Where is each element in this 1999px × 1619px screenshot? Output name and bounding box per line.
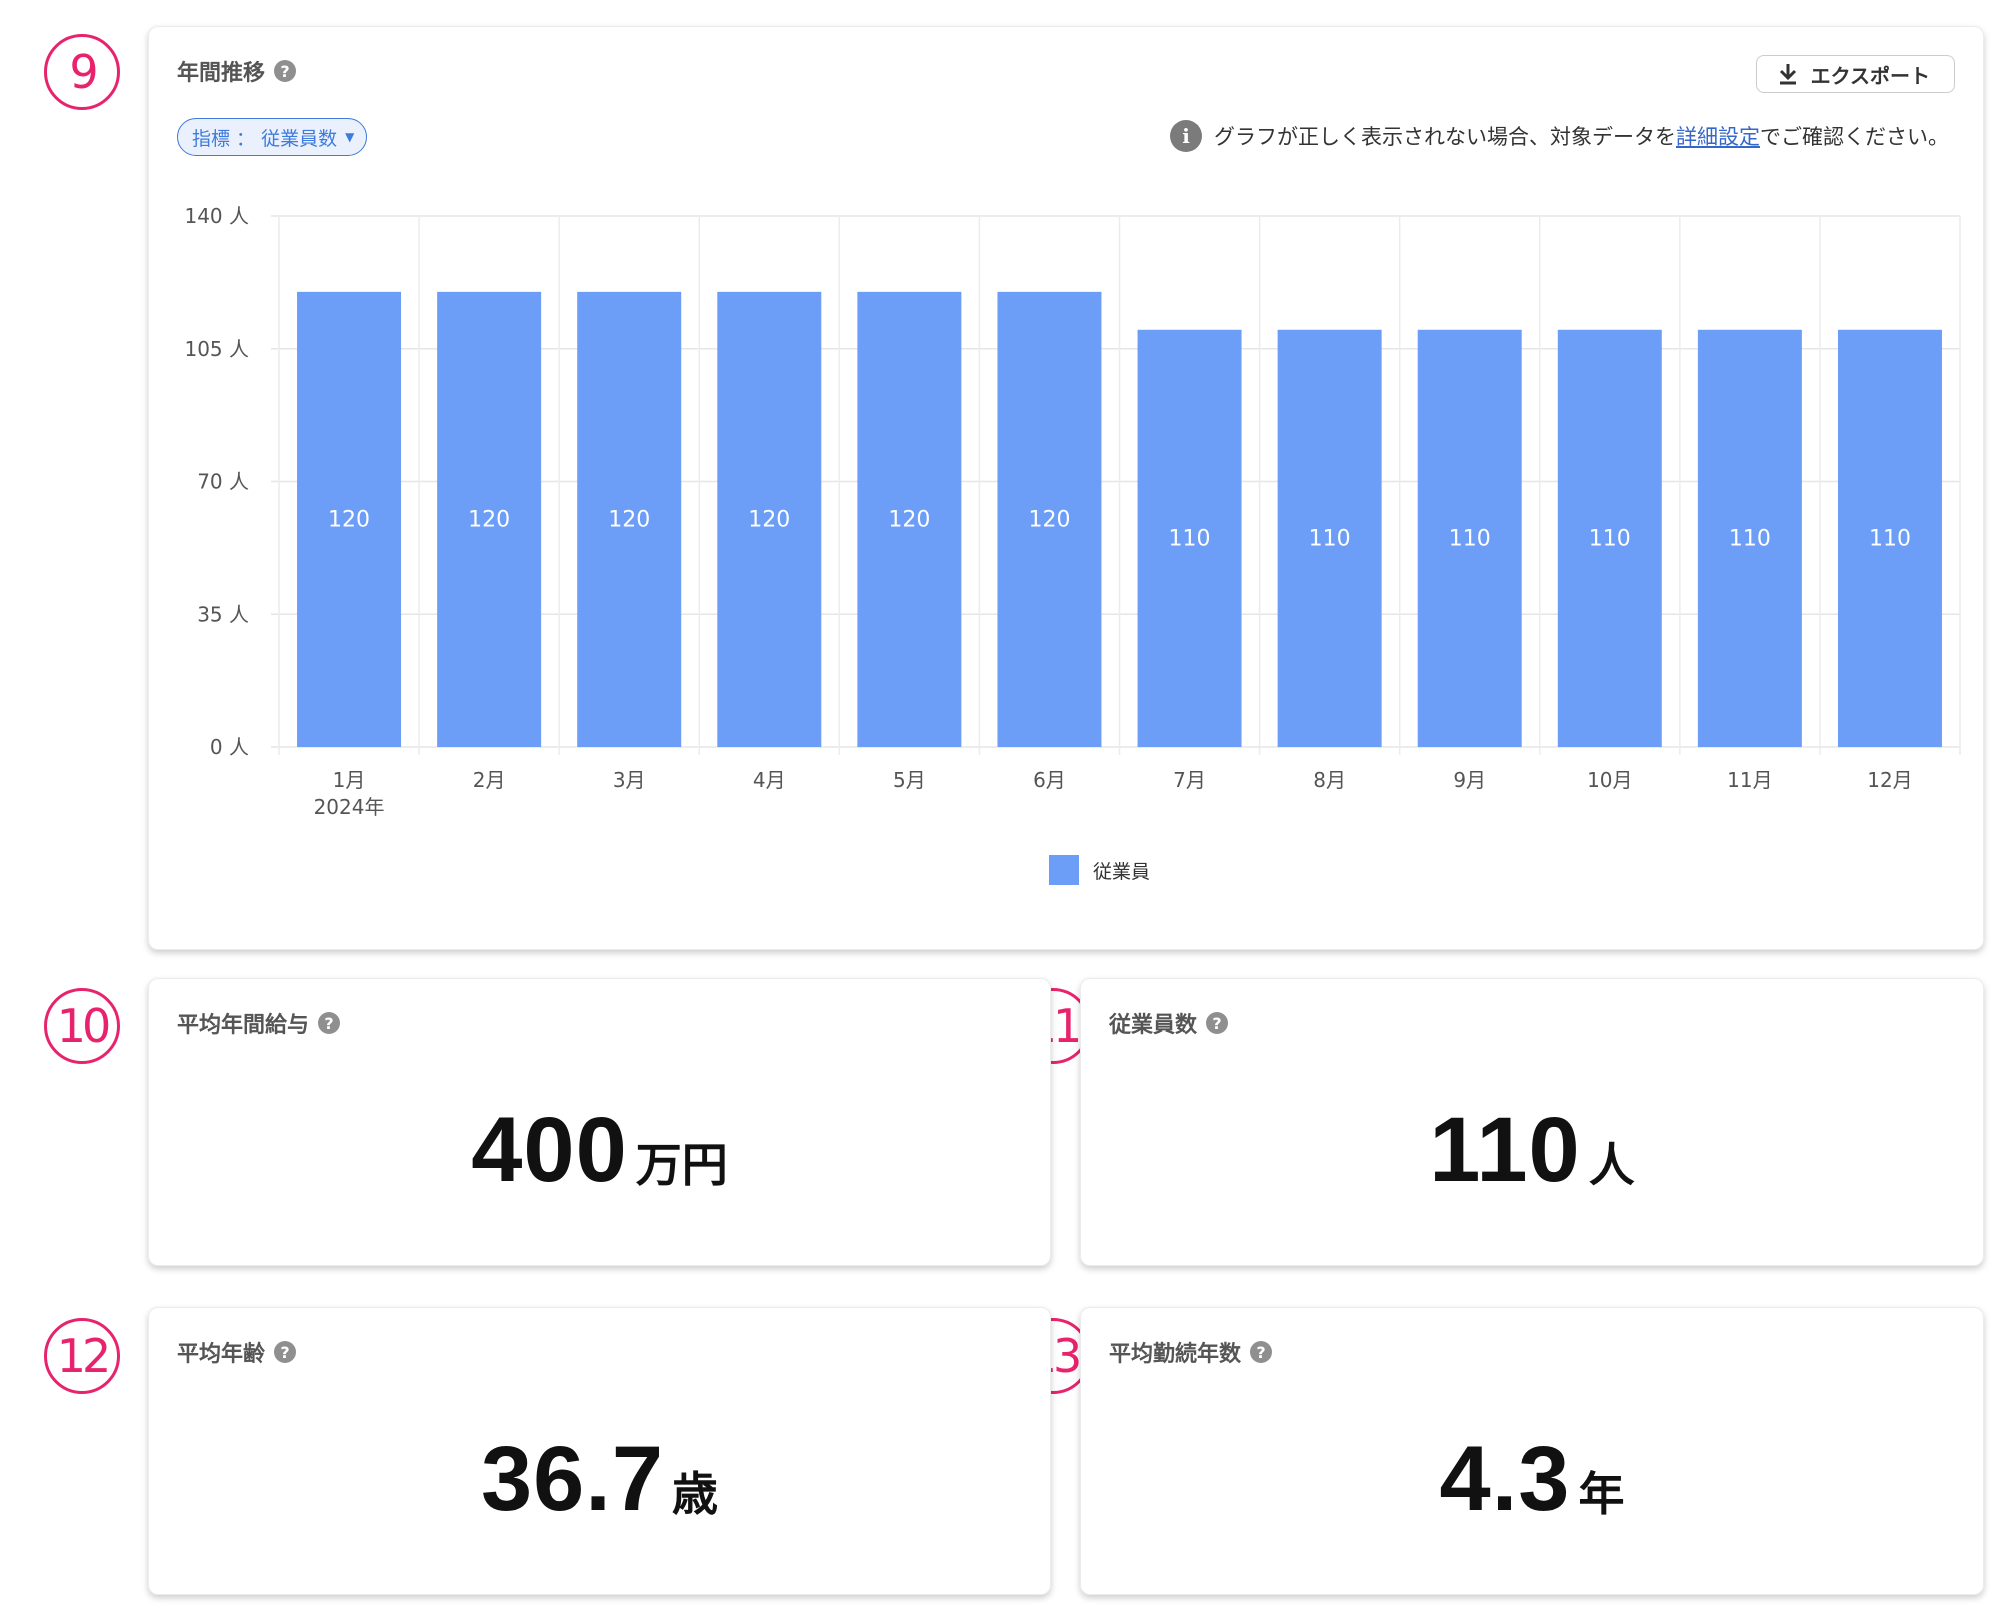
avg-age-title: 平均年齢 ? [177, 1336, 297, 1368]
avg-age-unit: 歳 [672, 1467, 719, 1521]
legend-swatch [1049, 855, 1079, 885]
bar-data-label: 120 [1028, 507, 1070, 532]
help-icon[interactable]: ? [274, 1341, 297, 1363]
y-tick-label: 35 人 [197, 602, 249, 626]
avg-age-metric: 36.7 歳 [149, 1433, 1050, 1525]
help-icon[interactable]: ? [1206, 1012, 1229, 1034]
x-tick-label: 5月 [893, 768, 926, 792]
legend-label: 従業員 [1093, 860, 1151, 883]
help-icon[interactable]: ? [1250, 1341, 1273, 1363]
bar-data-label: 110 [1169, 526, 1211, 551]
x-tick-label: 11月 [1727, 768, 1772, 792]
employee-bar-chart: 0 人 35 人 70 人 105 人 140 人 120 1月 2024年 120 2月 120 3… [184, 204, 1961, 819]
y-tick-label: 70 人 [197, 470, 249, 494]
x-tick-label: 12月 [1867, 768, 1912, 792]
bar-data-label: 110 [1309, 526, 1351, 551]
x-tick-label: 1月 [333, 768, 366, 792]
bar-data-label: 110 [1449, 526, 1491, 551]
avg-tenure-title-text: 平均勤続年数 [1109, 1342, 1242, 1367]
avg-salary-unit: 万円 [635, 1138, 728, 1192]
employee-count-metric: 110 人 [1081, 1104, 1983, 1196]
avg-salary-title: 平均年間給与 ? [177, 1007, 341, 1039]
help-icon[interactable]: ? [318, 1012, 341, 1034]
y-tick-label: 140 人 [184, 204, 249, 228]
y-tick-label: 0 人 [210, 735, 249, 759]
avg-salary-value: 400 [471, 1099, 628, 1201]
employee-count-title: 従業員数 ? [1109, 1007, 1229, 1039]
bar-data-label: 120 [748, 507, 790, 532]
employee-count-unit: 人 [1588, 1138, 1635, 1192]
avg-salary-title-text: 平均年間給与 [177, 1013, 310, 1038]
annual-transition-card: 年間推移 ? エクスポート 指標 ： 従業員数 ▼ i グラフが正しく表示されな… [148, 26, 1984, 950]
avg-tenure-metric: 4.3 年 [1081, 1433, 1983, 1525]
bar-data-label: 120 [888, 507, 930, 532]
bar-data-label: 110 [1729, 526, 1771, 551]
x-tick-label: 3月 [613, 768, 646, 792]
x-tick-label: 10月 [1587, 768, 1632, 792]
bar-data-label: 110 [1869, 526, 1911, 551]
avg-age-value: 36.7 [480, 1428, 665, 1530]
avg-salary-metric: 400 万円 [149, 1104, 1050, 1196]
avg-tenure-title: 平均勤続年数 ? [1109, 1336, 1273, 1368]
employee-count-value: 110 [1429, 1099, 1581, 1201]
x-tick-label: 6月 [1033, 768, 1066, 792]
y-tick-label: 105 人 [184, 337, 249, 361]
marker-10: 10 [44, 988, 120, 1064]
x-tick-sublabel: 2024年 [314, 795, 385, 819]
bar-data-label: 120 [328, 507, 370, 532]
marker-12: 12 [44, 1318, 120, 1394]
x-tick-label: 2月 [473, 768, 506, 792]
marker-9: 9 [44, 34, 120, 110]
employee-count-title-text: 従業員数 [1109, 1013, 1198, 1038]
avg-tenure-unit: 年 [1578, 1467, 1625, 1521]
x-tick-label: 4月 [753, 768, 786, 792]
employee-count-card: 従業員数 ? 110 人 [1080, 978, 1984, 1266]
x-tick-label: 9月 [1453, 768, 1486, 792]
avg-age-title-text: 平均年齢 [177, 1342, 266, 1367]
chart-legend: 従業員 [1049, 855, 1150, 885]
avg-salary-card: 平均年間給与 ? 400 万円 [148, 978, 1051, 1266]
avg-tenure-card: 平均勤続年数 ? 4.3 年 [1080, 1307, 1984, 1595]
avg-age-card: 平均年齢 ? 36.7 歳 [148, 1307, 1051, 1595]
bar-data-label: 120 [468, 507, 510, 532]
bar-data-label: 110 [1589, 526, 1631, 551]
avg-tenure-value: 4.3 [1439, 1428, 1571, 1530]
x-tick-label: 7月 [1173, 768, 1206, 792]
bar-data-label: 120 [608, 507, 650, 532]
x-tick-label: 8月 [1313, 768, 1346, 792]
